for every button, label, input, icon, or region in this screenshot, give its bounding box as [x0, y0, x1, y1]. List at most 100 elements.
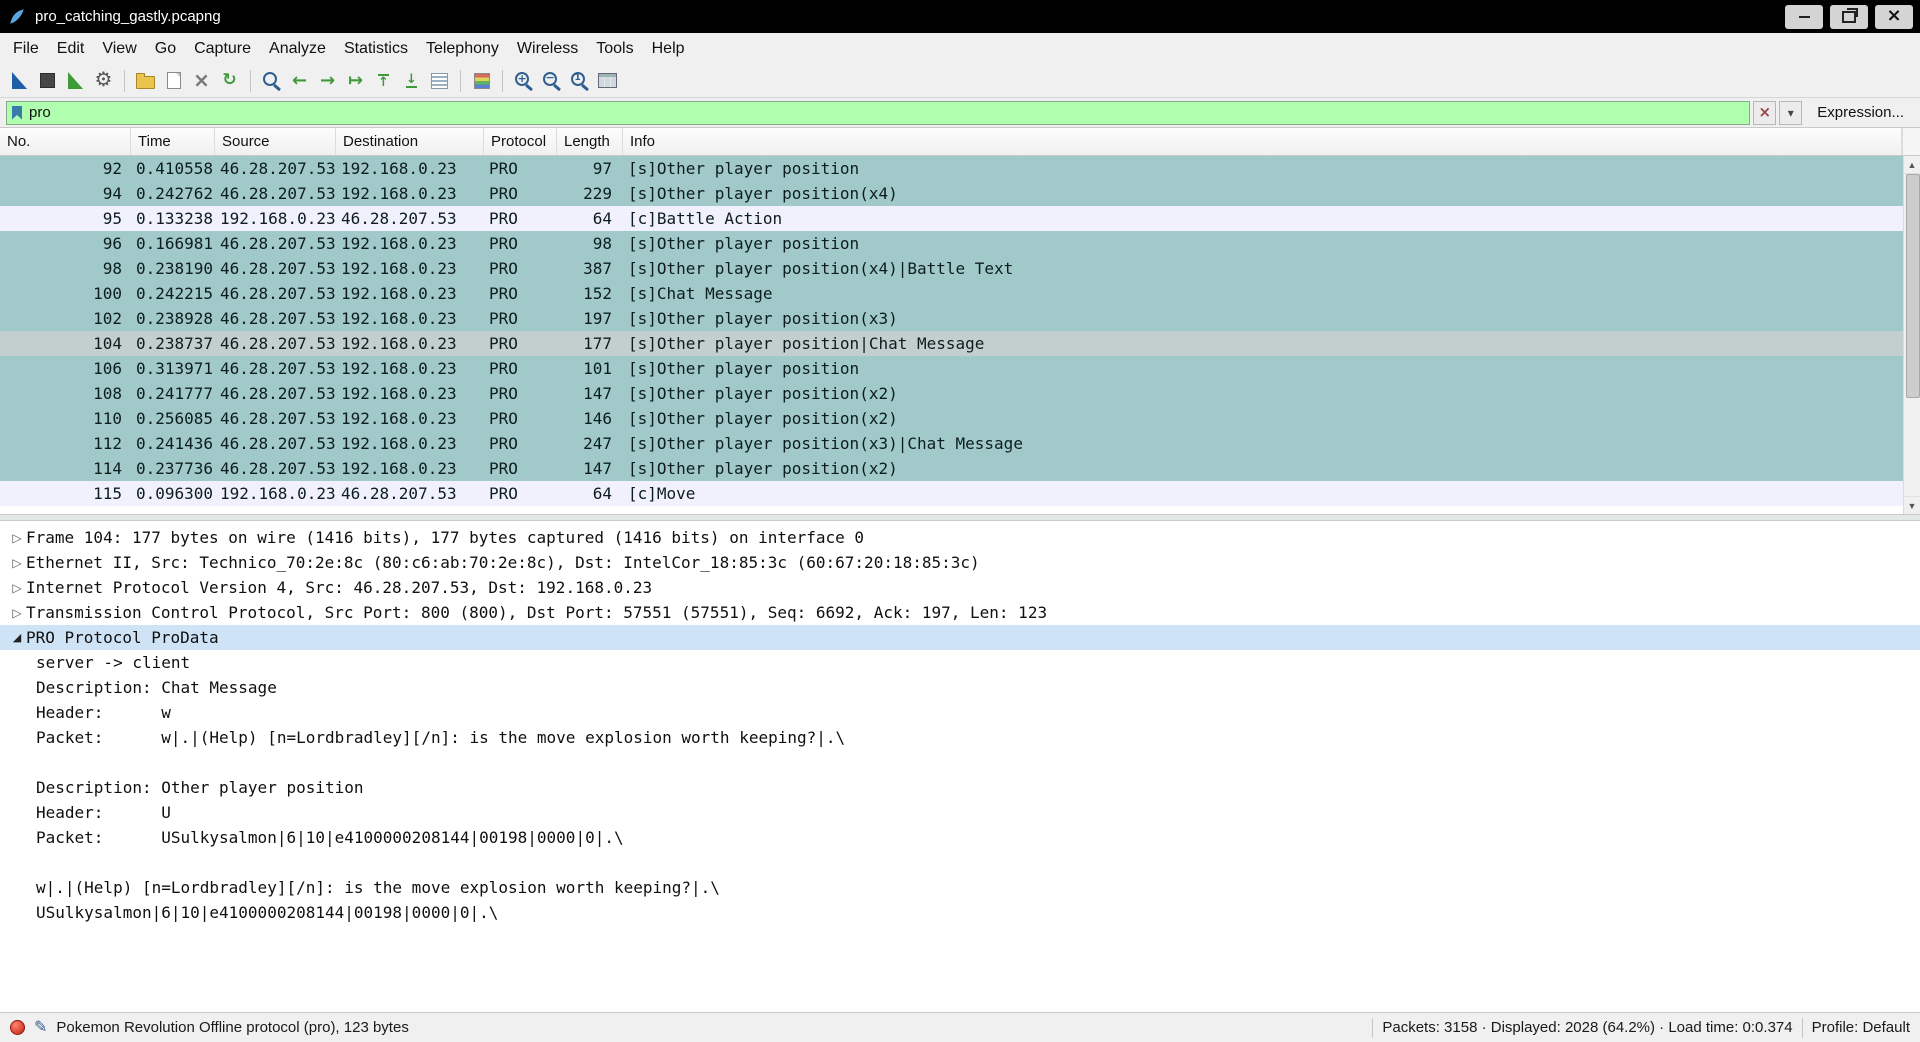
open-file-button[interactable] — [132, 67, 159, 94]
menu-item[interactable]: Wireless — [508, 36, 587, 62]
expander-icon[interactable] — [8, 531, 26, 545]
menu-item[interactable]: Telephony — [417, 36, 508, 62]
scrollbar-thumb[interactable] — [1906, 174, 1920, 398]
clear-filter-button[interactable] — [1753, 100, 1777, 125]
zoom-in-button[interactable] — [510, 67, 537, 94]
detail-line[interactable]: Internet Protocol Version 4, Src: 46.28.… — [0, 575, 1920, 600]
detail-line[interactable]: USulkysalmon|6|10|e4100000208144|00198|0… — [0, 900, 1920, 925]
find-packet-button[interactable] — [258, 67, 285, 94]
go-forward-button[interactable] — [314, 67, 341, 94]
detail-line[interactable]: Ethernet II, Src: Technico_70:2e:8c (80:… — [0, 550, 1920, 575]
go-back-button[interactable] — [286, 67, 313, 94]
packet-row[interactable]: 115 0.096300 192.168.0.23 46.28.207.53 P… — [0, 481, 1920, 506]
menu-item[interactable]: Analyze — [260, 36, 335, 62]
restart-capture-button[interactable] — [62, 67, 89, 94]
stop-capture-button[interactable] — [34, 67, 61, 94]
menu-item[interactable]: Help — [643, 36, 694, 62]
capture-comment-icon[interactable] — [34, 1019, 47, 1036]
column-header-destination[interactable]: Destination — [336, 128, 484, 155]
expander-icon[interactable] — [8, 606, 26, 620]
detail-line[interactable]: Header: U — [0, 800, 1920, 825]
packet-row[interactable]: 94 0.242762 46.28.207.53 192.168.0.23 PR… — [0, 181, 1920, 206]
detail-text: Internet Protocol Version 4, Src: 46.28.… — [26, 578, 653, 597]
scroll-up-button[interactable]: ▲ — [1904, 156, 1920, 174]
detail-line[interactable]: PRO Protocol ProData — [0, 625, 1920, 650]
packet-no: 98 — [102, 259, 122, 278]
menu-item[interactable]: View — [93, 36, 145, 62]
expander-icon[interactable] — [8, 581, 26, 595]
packet-row[interactable]: 104 0.238737 46.28.207.53 192.168.0.23 P… — [0, 331, 1920, 356]
column-header-info[interactable]: Info — [623, 128, 1902, 155]
resize-columns-button[interactable] — [594, 67, 621, 94]
expression-button[interactable]: Expression... — [1817, 104, 1904, 121]
column-header-length[interactable]: Length — [557, 128, 623, 155]
close-button[interactable] — [1875, 4, 1913, 29]
auto-scroll-button[interactable] — [426, 67, 453, 94]
display-filter-input[interactable]: pro — [6, 100, 1751, 125]
go-to-packet-button[interactable] — [342, 67, 369, 94]
vertical-scrollbar[interactable]: ▲ ▼ — [1903, 156, 1920, 514]
detail-line[interactable]: Transmission Control Protocol, Src Port:… — [0, 600, 1920, 625]
expander-icon[interactable] — [8, 631, 26, 644]
detail-line[interactable]: Header: w — [0, 700, 1920, 725]
packet-length: 97 — [592, 159, 612, 178]
filter-dropdown-button[interactable] — [1779, 100, 1803, 125]
detail-line[interactable]: Description: Chat Message — [0, 675, 1920, 700]
packet-row[interactable]: 108 0.241777 46.28.207.53 192.168.0.23 P… — [0, 381, 1920, 406]
packet-row[interactable]: 110 0.256085 46.28.207.53 192.168.0.23 P… — [0, 406, 1920, 431]
packet-no: 104 — [93, 334, 122, 353]
detail-line[interactable]: Description: Other player position — [0, 775, 1920, 800]
packet-row[interactable]: 102 0.238928 46.28.207.53 192.168.0.23 P… — [0, 306, 1920, 331]
expander-icon[interactable] — [8, 556, 26, 570]
packet-destination: 192.168.0.23 — [341, 284, 457, 303]
menu-item[interactable]: Tools — [587, 36, 642, 62]
menu-item[interactable]: Statistics — [335, 36, 417, 62]
packet-row[interactable]: 96 0.166981 46.28.207.53 192.168.0.23 PR… — [0, 231, 1920, 256]
forward-arrow-icon — [320, 72, 335, 90]
back-arrow-icon — [292, 72, 307, 90]
start-capture-button[interactable] — [6, 67, 33, 94]
menu-item[interactable]: Edit — [48, 36, 94, 62]
go-to-top-button[interactable] — [370, 67, 397, 94]
detail-line[interactable] — [0, 850, 1920, 875]
detail-line[interactable]: Frame 104: 177 bytes on wire (1416 bits)… — [0, 525, 1920, 550]
packet-row[interactable]: 92 0.410558 46.28.207.53 192.168.0.23 PR… — [0, 156, 1920, 181]
menu-item[interactable]: Go — [146, 36, 185, 62]
zoom-out-button[interactable] — [538, 67, 565, 94]
expert-info-icon[interactable] — [10, 1020, 25, 1035]
bookmark-icon[interactable] — [12, 105, 22, 120]
restore-button[interactable] — [1830, 4, 1868, 29]
colorize-button[interactable] — [468, 67, 495, 94]
save-file-button[interactable] — [160, 67, 187, 94]
packet-row[interactable]: 100 0.242215 46.28.207.53 192.168.0.23 P… — [0, 281, 1920, 306]
packet-row[interactable]: 106 0.313971 46.28.207.53 192.168.0.23 P… — [0, 356, 1920, 381]
restart-capture-icon — [68, 72, 83, 89]
zoom-100-button[interactable] — [566, 67, 593, 94]
detail-line[interactable]: server -> client — [0, 650, 1920, 675]
close-icon — [1886, 7, 1901, 26]
reload-file-button[interactable] — [216, 67, 243, 94]
header-corner — [1902, 128, 1920, 155]
packet-row[interactable]: 95 0.133238 192.168.0.23 46.28.207.53 PR… — [0, 206, 1920, 231]
minimize-button[interactable] — [1785, 4, 1823, 29]
menu-item[interactable]: Capture — [185, 36, 260, 62]
wireshark-logo-icon — [8, 8, 26, 26]
status-profile[interactable]: Profile: Default — [1812, 1019, 1910, 1036]
packet-row[interactable]: 112 0.241436 46.28.207.53 192.168.0.23 P… — [0, 431, 1920, 456]
column-header-time[interactable]: Time — [131, 128, 215, 155]
scroll-down-button[interactable]: ▼ — [1904, 496, 1920, 514]
menu-item[interactable]: File — [4, 36, 48, 62]
packet-row[interactable]: 98 0.238190 46.28.207.53 192.168.0.23 PR… — [0, 256, 1920, 281]
packet-row[interactable]: 114 0.237736 46.28.207.53 192.168.0.23 P… — [0, 456, 1920, 481]
go-to-bottom-button[interactable] — [398, 67, 425, 94]
capture-options-button[interactable] — [90, 67, 117, 94]
detail-line[interactable] — [0, 750, 1920, 775]
detail-line[interactable]: Packet: USulkysalmon|6|10|e4100000208144… — [0, 825, 1920, 850]
column-header-no[interactable]: No. — [0, 128, 131, 155]
column-header-source[interactable]: Source — [215, 128, 336, 155]
column-header-protocol[interactable]: Protocol — [484, 128, 557, 155]
detail-line[interactable]: w|.|(Help) [n=Lordbradley][/n]: is the m… — [0, 875, 1920, 900]
close-file-button[interactable] — [188, 67, 215, 94]
detail-line[interactable]: Packet: w|.|(Help) [n=Lordbradley][/n]: … — [0, 725, 1920, 750]
pane-splitter[interactable] — [0, 514, 1920, 521]
